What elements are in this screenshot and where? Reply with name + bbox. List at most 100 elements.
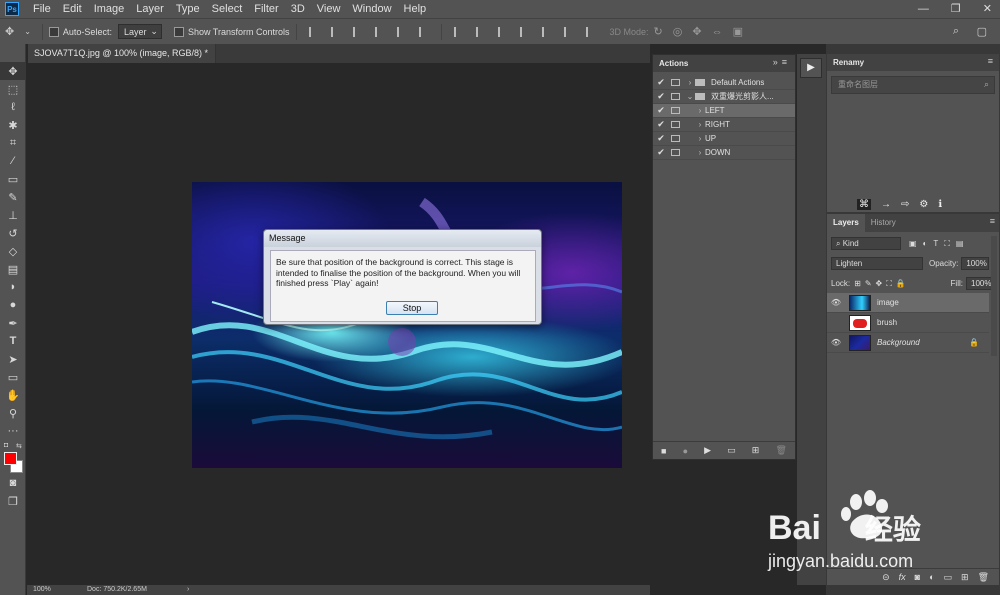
check-icon[interactable]: ✔ <box>653 133 669 144</box>
stop-button[interactable]: Stop <box>386 301 438 315</box>
mask-icon[interactable]: ◙ <box>915 572 920 582</box>
default-colors-icon[interactable]: ◘ <box>4 442 8 449</box>
new-set-icon[interactable]: ▭ <box>727 445 736 456</box>
export-icon[interactable]: ⇨ <box>901 199 909 210</box>
blend-mode-dropdown[interactable]: Lighten <box>831 257 923 270</box>
menu-filter[interactable]: Filter <box>248 0 284 18</box>
tab-renamy[interactable]: Renamy <box>827 54 999 71</box>
chevron-down-icon[interactable]: ⌄ <box>685 92 695 101</box>
align-bottom-icon[interactable] <box>352 26 363 37</box>
distribute-right-icon[interactable] <box>563 26 574 37</box>
chevron-right-icon[interactable]: › <box>695 148 705 157</box>
arrow-right-icon[interactable]: → <box>881 199 891 210</box>
auto-select-dropdown[interactable]: Layer ⌄ <box>117 24 162 39</box>
eraser-icon[interactable]: ◇ <box>0 242 26 260</box>
stop-icon[interactable]: ■ <box>661 446 666 456</box>
pen-tool-icon[interactable]: ✒ <box>0 314 26 332</box>
check-icon[interactable]: ✔ <box>653 119 669 130</box>
kind-filter-dropdown[interactable]: ⌕ Kind <box>831 237 901 250</box>
lasso-tool-icon[interactable]: ℓ <box>0 98 26 116</box>
panel-menu-icon[interactable]: ≡ <box>988 56 993 66</box>
align-left-icon[interactable] <box>374 26 385 37</box>
hand-tool-icon[interactable]: ✋ <box>0 386 26 404</box>
document-tab[interactable]: SJOVA7T1Q.jpg @ 100% (image, RGB/8) * × <box>28 44 216 77</box>
filter-icons[interactable]: ▣◐T⛶▤ <box>909 239 969 249</box>
menu-image[interactable]: Image <box>88 0 131 18</box>
menu-help[interactable]: Help <box>398 0 433 18</box>
tab-history[interactable]: History <box>865 214 902 232</box>
menu-3d[interactable]: 3D <box>285 0 311 18</box>
new-layer-icon[interactable]: ⊞ <box>961 572 969 583</box>
3d-scale-icon[interactable]: ▣ <box>733 25 743 38</box>
distribute-left-icon[interactable] <box>519 26 530 37</box>
3d-slide-icon[interactable]: ⇔ <box>712 26 723 38</box>
menu-file[interactable]: File <box>27 0 57 18</box>
3d-pan-icon[interactable]: ✥ <box>692 25 701 38</box>
check-icon[interactable]: ✔ <box>653 91 669 102</box>
check-icon[interactable]: ✔ <box>653 105 669 116</box>
transform-controls-checkbox[interactable] <box>173 26 184 37</box>
move-tool-icon[interactable]: ✥ <box>0 62 26 80</box>
layer-row-image[interactable]: 👁 image <box>827 293 989 313</box>
search-icon[interactable]: ⌕ <box>953 25 959 38</box>
chevron-right-icon[interactable]: › <box>695 120 705 129</box>
action-down[interactable]: ✔ › DOWN <box>653 146 795 160</box>
record-icon[interactable]: ● <box>683 446 688 456</box>
chevron-right-icon[interactable]: › <box>695 134 705 143</box>
dialog-toggle-icon[interactable] <box>671 79 680 86</box>
info-icon[interactable]: ℹ <box>938 199 942 210</box>
eye-icon[interactable]: 👁 <box>827 298 845 307</box>
gradient-tool-icon[interactable]: ▤ <box>0 260 26 278</box>
dodge-tool-icon[interactable]: ● <box>0 296 26 314</box>
foreground-color-swatch[interactable] <box>4 452 17 465</box>
dialog-toggle-icon[interactable] <box>671 107 680 114</box>
rectangle-tool-icon[interactable]: ▭ <box>0 368 26 386</box>
move-tool-icon[interactable]: ✥ <box>5 25 14 38</box>
align-right-icon[interactable] <box>418 26 429 37</box>
layers-scrollbar[interactable] <box>991 236 997 356</box>
align-hcenter-icon[interactable] <box>396 26 407 37</box>
zoom-level[interactable]: 100% <box>27 585 67 595</box>
check-icon[interactable]: ✔ <box>653 77 669 88</box>
swap-colors-icon[interactable]: ⇆ <box>16 442 22 450</box>
workspace-icon[interactable]: ▢ <box>977 25 987 38</box>
menu-select[interactable]: Select <box>206 0 249 18</box>
play-icon[interactable]: ▶ <box>704 445 711 456</box>
tab-actions[interactable]: Actions <box>659 59 688 68</box>
rename-icon[interactable]: ⌘ <box>857 199 871 210</box>
path-select-icon[interactable]: ➤ <box>0 350 26 368</box>
eye-icon[interactable]: 👁 <box>827 338 845 347</box>
fill-input[interactable]: 100% <box>966 277 994 290</box>
menu-edit[interactable]: Edit <box>57 0 88 18</box>
tab-layers[interactable]: Layers <box>827 214 865 232</box>
blur-tool-icon[interactable]: ◗ <box>0 278 26 296</box>
more-tools-icon[interactable]: ··· <box>0 422 26 440</box>
maximize-button[interactable]: ❐ <box>951 0 961 18</box>
dialog-toggle-icon[interactable] <box>671 121 680 128</box>
adjustment-icon[interactable]: ◐ <box>929 572 934 582</box>
layer-row-background[interactable]: 👁 Background 🔒 <box>827 333 989 353</box>
distribute-top-icon[interactable] <box>453 26 464 37</box>
action-set-custom[interactable]: ✔ ⌄ 双重爆光剪影人... <box>653 90 795 104</box>
brush-tool-icon[interactable]: ✎ <box>0 188 26 206</box>
dialog-toggle-icon[interactable] <box>671 149 680 156</box>
dialog-toggle-icon[interactable] <box>671 93 680 100</box>
action-up[interactable]: ✔ › UP <box>653 132 795 146</box>
screen-mode-icon[interactable]: ❐ <box>0 492 26 510</box>
link-icon[interactable]: ⊝ <box>882 572 890 583</box>
search-icon[interactable]: ⌕ <box>984 79 989 90</box>
group-icon[interactable]: ▭ <box>944 572 953 583</box>
menu-window[interactable]: Window <box>346 0 397 18</box>
auto-align-icon[interactable] <box>585 26 596 37</box>
menu-view[interactable]: View <box>311 0 347 18</box>
panel-menu-icon[interactable]: »≡ <box>773 57 791 67</box>
menu-type[interactable]: Type <box>170 0 206 18</box>
settings-icon[interactable]: ⚙ <box>919 199 928 210</box>
layer-row-brush[interactable]: brush <box>827 313 989 333</box>
close-button[interactable]: ✕ <box>983 0 992 18</box>
clone-stamp-icon[interactable]: ⊥ <box>0 206 26 224</box>
3d-rotate-icon[interactable]: ↻ <box>654 25 663 38</box>
zoom-tool-icon[interactable]: ⚲ <box>0 404 26 422</box>
action-right[interactable]: ✔ › RIGHT <box>653 118 795 132</box>
healing-brush-icon[interactable]: ▭ <box>0 170 26 188</box>
